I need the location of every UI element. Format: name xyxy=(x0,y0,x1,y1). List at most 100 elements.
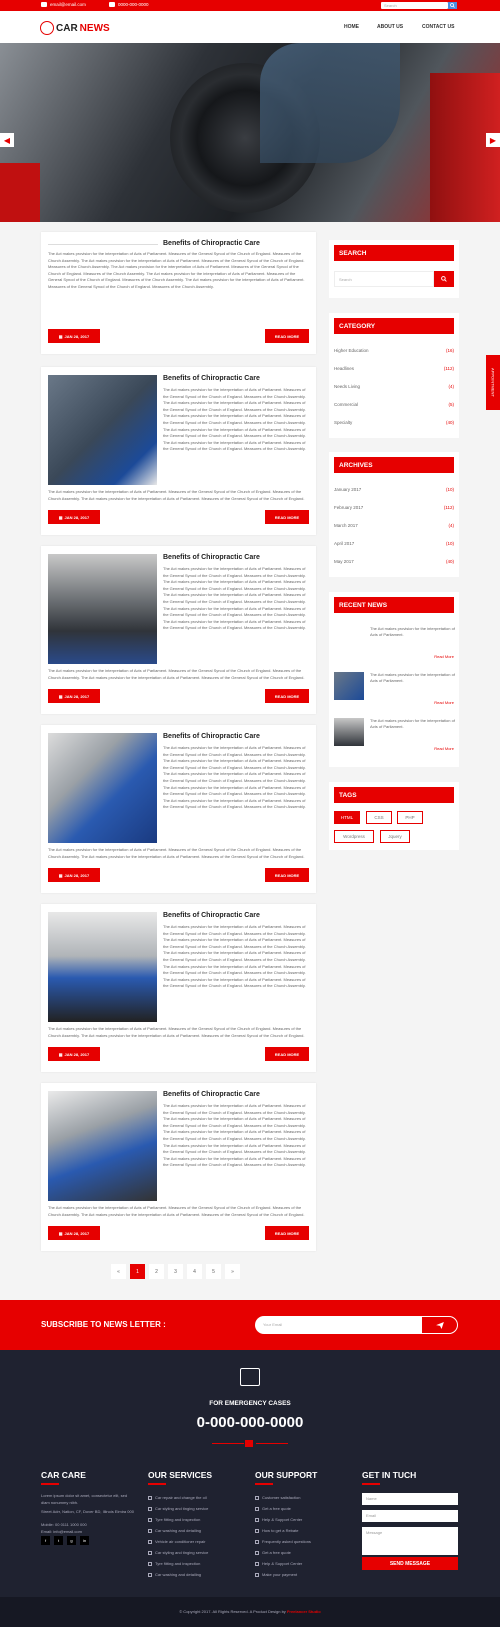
logo[interactable]: CAR NEWS xyxy=(40,21,110,35)
recent-read-more[interactable]: Read More xyxy=(434,700,454,705)
post-title[interactable]: Benefits of Chiropractic Care xyxy=(163,733,260,740)
archive-item[interactable]: April 2017 (10) xyxy=(334,541,454,546)
service-link[interactable]: Tyre fitting and inspection xyxy=(148,1517,200,1522)
pager-page-1[interactable]: 1 xyxy=(130,1264,145,1279)
facebook-icon[interactable]: f xyxy=(41,1536,50,1545)
linkedin-icon[interactable]: in xyxy=(80,1536,89,1545)
read-more-button[interactable]: READ MORE xyxy=(265,868,309,882)
emergency-number[interactable]: 0-000-000-0000 xyxy=(0,1414,500,1431)
post-excerpt-more: The Act makes provision for the interpre… xyxy=(48,489,305,503)
read-more-button[interactable]: READ MORE xyxy=(265,689,309,703)
post-excerpt: The Act makes provision for the interpre… xyxy=(163,745,306,810)
recent-news-item[interactable]: The Act makes provision for the interpre… xyxy=(334,718,455,754)
support-link[interactable]: Get a free quote xyxy=(255,1506,291,1511)
top-search-button[interactable] xyxy=(448,2,457,9)
support-link[interactable]: Help & Support Center xyxy=(255,1561,302,1566)
check-icon xyxy=(148,1495,152,1500)
archive-item[interactable]: March 2017 (4) xyxy=(334,523,454,528)
recent-news-item[interactable]: The Act makes provision for the interpre… xyxy=(334,672,455,708)
category-item[interactable]: Higher Education (16) xyxy=(334,348,454,353)
tag-html[interactable]: HTML xyxy=(334,811,360,824)
post-image[interactable] xyxy=(48,912,157,1022)
twitter-icon[interactable]: t xyxy=(54,1536,63,1545)
slider-next-button[interactable]: ▶ xyxy=(486,133,500,147)
service-link[interactable]: Car repair and change the oil xyxy=(148,1495,207,1500)
post-date-button[interactable]: ▦ JAN 28, 2017 xyxy=(48,689,100,703)
post-date-button[interactable]: ▦ JAN 28, 2017 xyxy=(48,1047,100,1061)
tag-css[interactable]: CSS xyxy=(366,811,392,824)
slider-prev-button[interactable]: ◀ xyxy=(0,133,14,147)
post-date-button[interactable]: ▦ JAN 28, 2017 xyxy=(48,510,100,524)
support-link[interactable]: How to get a Rebate xyxy=(255,1528,298,1533)
post-date-button[interactable]: ▦ JAN 28, 2017 xyxy=(48,868,100,882)
check-icon xyxy=(255,1528,259,1533)
post-date-button[interactable]: ▦ JAN 28, 2017 xyxy=(48,1226,100,1240)
contact-email-input[interactable]: Email xyxy=(362,1510,458,1522)
service-link[interactable]: Tyre fitting and inspection xyxy=(148,1561,200,1566)
recent-read-more[interactable]: Read More xyxy=(434,654,454,659)
archive-item[interactable]: May 2017 (40) xyxy=(334,559,454,564)
service-link[interactable]: Vehicle air conditioner repair xyxy=(148,1539,205,1544)
recent-news-item[interactable]: The Act makes provision for the interpre… xyxy=(334,626,455,662)
read-more-button[interactable]: READ MORE xyxy=(265,1047,309,1061)
post-title[interactable]: Benefits of Chiropractic Care xyxy=(163,1091,260,1098)
post-title[interactable]: Benefits of Chiropractic Care xyxy=(163,912,260,919)
category-item[interactable]: Commercial (5) xyxy=(334,402,454,407)
send-message-button[interactable]: SEND MESSAGE xyxy=(362,1557,458,1570)
nav-about[interactable]: ABOUT US xyxy=(377,24,403,30)
sidebar-search-button[interactable] xyxy=(434,271,454,287)
service-link[interactable]: Car styling and tinging service xyxy=(148,1506,208,1511)
pager-page-5[interactable]: 5 xyxy=(206,1264,221,1279)
post-image[interactable] xyxy=(48,375,157,485)
top-email[interactable]: email@email.com xyxy=(41,2,86,7)
pager-page-4[interactable]: 4 xyxy=(187,1264,202,1279)
post-title[interactable]: Benefits of Chiropractic Care xyxy=(163,240,260,247)
pager-prev[interactable]: « xyxy=(111,1264,126,1279)
newsletter-send-button[interactable] xyxy=(421,1316,458,1334)
contact-name-input[interactable]: Name xyxy=(362,1493,458,1505)
archive-item[interactable]: January 2017 (10) xyxy=(334,487,454,492)
sidebar-search-input[interactable]: Search xyxy=(334,271,434,287)
support-link[interactable]: Frequently asked questions xyxy=(255,1539,311,1544)
read-more-button[interactable]: READ MORE xyxy=(265,1226,309,1240)
nav-home[interactable]: HOME xyxy=(344,24,359,30)
service-link[interactable]: Car washing and detailing xyxy=(148,1528,201,1533)
top-phone[interactable]: 0000-000-0000 xyxy=(109,2,149,7)
post-title[interactable]: Benefits of Chiropractic Care xyxy=(163,554,260,561)
nav-contact[interactable]: CONTACT US xyxy=(422,24,454,30)
pager-next[interactable]: » xyxy=(225,1264,240,1279)
read-more-button[interactable]: READ MORE xyxy=(265,510,309,524)
service-link[interactable]: Car styling and tinging service xyxy=(148,1550,208,1555)
recent-read-more[interactable]: Read More xyxy=(434,746,454,751)
pager-page-2[interactable]: 2 xyxy=(149,1264,164,1279)
support-link[interactable]: Customer satisfaction xyxy=(255,1495,300,1500)
read-more-button[interactable]: READ MORE xyxy=(265,329,309,343)
google-icon[interactable]: g xyxy=(67,1536,76,1545)
pager-page-3[interactable]: 3 xyxy=(168,1264,183,1279)
archive-item[interactable]: February 2017 (112) xyxy=(334,505,454,510)
appointment-tab[interactable]: APPOINTMENT xyxy=(486,355,500,410)
top-search-input[interactable]: Search xyxy=(381,2,448,9)
post-date-button[interactable]: ▦ JAN 28, 2017 xyxy=(48,329,100,343)
service-link[interactable]: Car washing and detailing xyxy=(148,1572,201,1577)
category-item[interactable]: Needs Living (4) xyxy=(334,384,454,389)
post-image[interactable] xyxy=(48,733,157,843)
tag-jquery[interactable]: Jquery xyxy=(380,830,410,843)
footer: FOR EMERGENCY CASES 0-000-000-0000 CAR C… xyxy=(0,1350,500,1597)
tag-php[interactable]: PHP xyxy=(397,811,423,824)
search-icon xyxy=(441,276,447,282)
support-link[interactable]: Make your payment xyxy=(255,1572,297,1577)
support-link[interactable]: Get a free quote xyxy=(255,1550,291,1555)
post-image[interactable] xyxy=(48,554,157,664)
brand-link[interactable]: Freelancer Studio xyxy=(287,1609,321,1614)
category-item[interactable]: Headlines (112) xyxy=(334,366,454,371)
post-title[interactable]: Benefits of Chiropractic Care xyxy=(163,375,260,382)
support-link[interactable]: Help & Support Center xyxy=(255,1517,302,1522)
newsletter-title: SUBSCRIBE TO NEWS LETTER : xyxy=(41,1320,166,1329)
newsletter-email-input[interactable]: Your Email xyxy=(255,1316,421,1334)
contact-message-input[interactable]: Message xyxy=(362,1527,458,1555)
post-image[interactable] xyxy=(48,1091,157,1201)
tag-wordpress[interactable]: Wordpress xyxy=(334,830,374,843)
category-item[interactable]: Specialty (40) xyxy=(334,420,454,425)
footer-email[interactable]: Email: info@email.com xyxy=(41,1529,136,1536)
